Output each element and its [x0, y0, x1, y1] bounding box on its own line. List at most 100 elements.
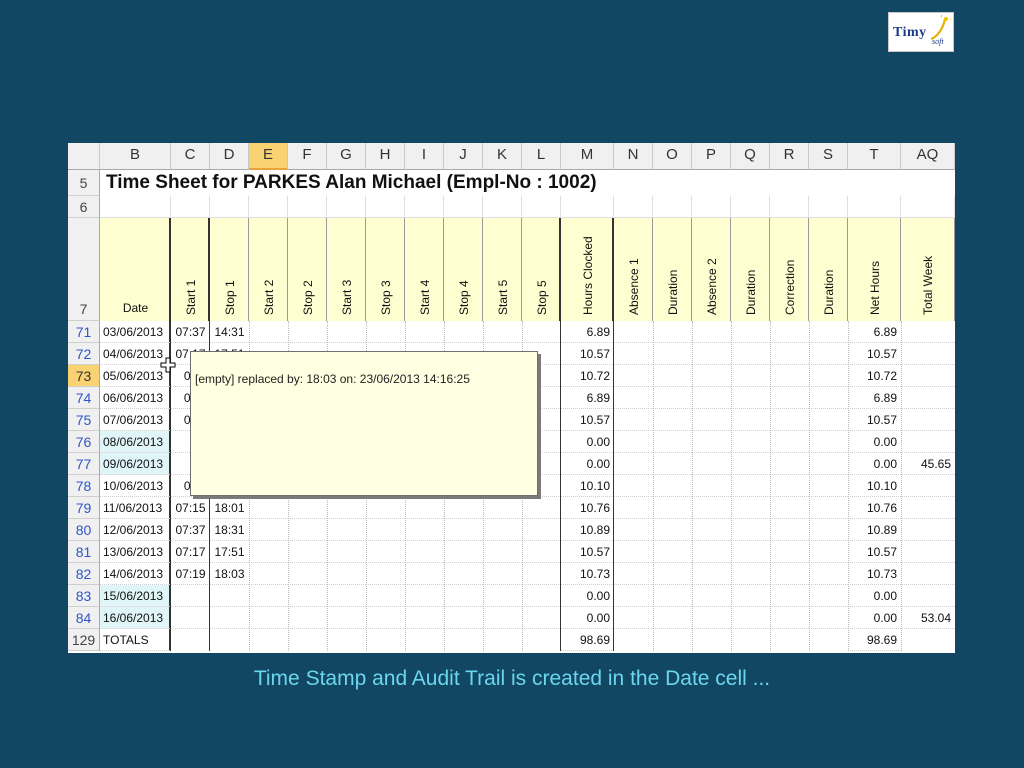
empty-cell[interactable]: [288, 321, 327, 343]
empty-cell[interactable]: [653, 321, 692, 343]
column-header-i[interactable]: I: [405, 143, 444, 170]
empty-cell[interactable]: [288, 607, 327, 629]
total-week-cell[interactable]: [901, 431, 955, 453]
empty-cell[interactable]: [809, 519, 848, 541]
total-week-cell[interactable]: [901, 541, 955, 563]
empty-cell[interactable]: [770, 453, 809, 475]
row-header-83[interactable]: 83: [68, 585, 100, 607]
column-header-aq[interactable]: AQ: [901, 143, 955, 170]
empty-cell[interactable]: [653, 387, 692, 409]
empty-cell[interactable]: [770, 387, 809, 409]
empty-cell[interactable]: [692, 365, 731, 387]
empty-cell[interactable]: [614, 519, 653, 541]
empty-cell[interactable]: [653, 453, 692, 475]
empty-cell[interactable]: [770, 519, 809, 541]
start-1-cell[interactable]: 07:37: [171, 519, 210, 541]
empty-cell[interactable]: [809, 365, 848, 387]
net-hours-cell[interactable]: 10.76: [848, 497, 901, 519]
empty-cell[interactable]: [809, 475, 848, 497]
column-header-r[interactable]: R: [770, 143, 809, 170]
empty-cell[interactable]: [405, 585, 444, 607]
column-header-d[interactable]: D: [210, 143, 249, 170]
empty-cell[interactable]: [809, 387, 848, 409]
empty-cell[interactable]: [770, 409, 809, 431]
empty-cell[interactable]: [731, 497, 770, 519]
hours-clocked-cell[interactable]: 0.00: [561, 607, 614, 629]
empty-cell[interactable]: [249, 497, 288, 519]
empty-cell[interactable]: [327, 541, 366, 563]
empty-cell[interactable]: [405, 497, 444, 519]
empty-cell[interactable]: [770, 497, 809, 519]
empty-cell[interactable]: [483, 321, 522, 343]
empty-cell[interactable]: [366, 321, 405, 343]
hours-clocked-cell[interactable]: 10.76: [561, 497, 614, 519]
empty-cell[interactable]: [770, 365, 809, 387]
empty-cell[interactable]: [653, 497, 692, 519]
hours-clocked-cell[interactable]: 10.72: [561, 365, 614, 387]
column-header-f[interactable]: F: [288, 143, 327, 170]
net-hours-cell[interactable]: 10.89: [848, 519, 901, 541]
hours-clocked-cell[interactable]: 10.89: [561, 519, 614, 541]
net-hours-cell[interactable]: 0.00: [848, 585, 901, 607]
column-header-p[interactable]: P: [692, 143, 731, 170]
column-header-e[interactable]: E: [249, 143, 288, 170]
empty-cell[interactable]: [483, 585, 522, 607]
column-header-j[interactable]: J: [444, 143, 483, 170]
date-cell[interactable]: 06/06/2013: [100, 387, 171, 409]
stop-1-cell[interactable]: 14:31: [210, 321, 249, 343]
total-week-cell[interactable]: [901, 387, 955, 409]
empty-cell[interactable]: [809, 563, 848, 585]
empty-cell[interactable]: [366, 563, 405, 585]
empty-cell[interactable]: [692, 431, 731, 453]
empty-cell[interactable]: [692, 343, 731, 365]
empty-cell[interactable]: [614, 497, 653, 519]
total-week-cell[interactable]: [901, 409, 955, 431]
empty-cell[interactable]: [653, 541, 692, 563]
empty-cell[interactable]: [692, 541, 731, 563]
net-hours-cell[interactable]: 0.00: [848, 431, 901, 453]
empty-cell[interactable]: [731, 607, 770, 629]
empty-cell[interactable]: [692, 453, 731, 475]
row-header-84[interactable]: 84: [68, 607, 100, 629]
empty-cell[interactable]: [288, 563, 327, 585]
net-hours-cell[interactable]: 10.10: [848, 475, 901, 497]
empty-cell[interactable]: [614, 563, 653, 585]
empty-cell[interactable]: [444, 519, 483, 541]
hours-clocked-cell[interactable]: 6.89: [561, 321, 614, 343]
column-header-k[interactable]: K: [483, 143, 522, 170]
empty-cell[interactable]: [692, 519, 731, 541]
row-header-129[interactable]: 129: [68, 629, 100, 651]
empty-cell[interactable]: [770, 541, 809, 563]
empty-cell[interactable]: [614, 343, 653, 365]
empty-cell[interactable]: [809, 431, 848, 453]
empty-cell[interactable]: [692, 497, 731, 519]
empty-cell[interactable]: [809, 497, 848, 519]
net-hours-cell[interactable]: 6.89: [848, 387, 901, 409]
net-hours-cell[interactable]: 10.57: [848, 409, 901, 431]
empty-cell[interactable]: [288, 497, 327, 519]
column-header-m[interactable]: M: [561, 143, 614, 170]
date-cell[interactable]: 13/06/2013: [100, 541, 171, 563]
empty-cell[interactable]: [614, 607, 653, 629]
empty-cell[interactable]: [692, 387, 731, 409]
column-header-l[interactable]: L: [522, 143, 561, 170]
total-week-cell[interactable]: [901, 585, 955, 607]
date-cell[interactable]: 08/06/2013: [100, 431, 171, 453]
empty-cell[interactable]: [444, 585, 483, 607]
empty-cell[interactable]: [366, 519, 405, 541]
empty-cell[interactable]: [614, 475, 653, 497]
empty-cell[interactable]: [444, 563, 483, 585]
empty-cell[interactable]: [731, 387, 770, 409]
empty-cell[interactable]: [327, 563, 366, 585]
empty-cell[interactable]: [249, 563, 288, 585]
empty-cell[interactable]: [770, 607, 809, 629]
empty-cell[interactable]: [731, 475, 770, 497]
stop-1-cell[interactable]: [210, 585, 249, 607]
empty-cell[interactable]: [405, 541, 444, 563]
net-hours-cell[interactable]: 6.89: [848, 321, 901, 343]
hours-clocked-cell[interactable]: 10.10: [561, 475, 614, 497]
date-cell[interactable]: 14/06/2013: [100, 563, 171, 585]
empty-cell[interactable]: [731, 343, 770, 365]
empty-cell[interactable]: [366, 497, 405, 519]
hours-clocked-cell[interactable]: 0.00: [561, 453, 614, 475]
